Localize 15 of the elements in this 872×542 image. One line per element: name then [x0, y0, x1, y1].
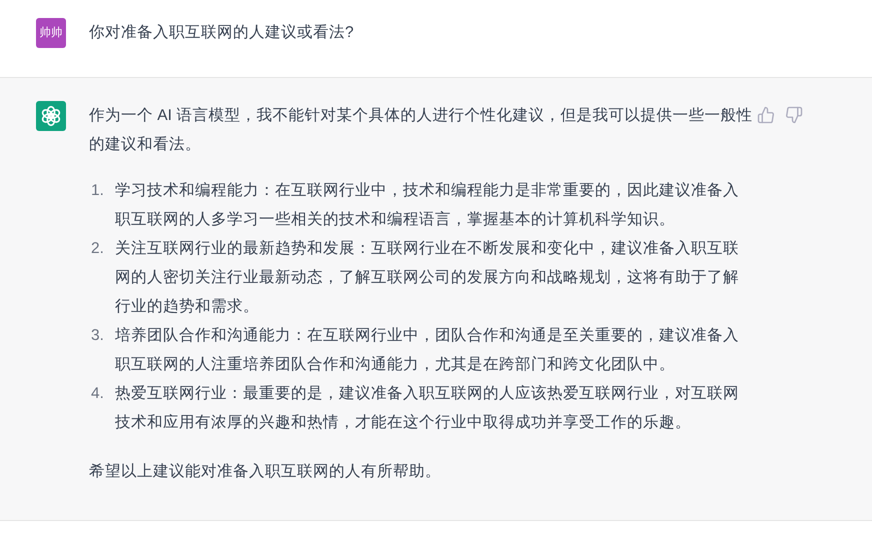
list-item-text: 关注互联网行业的最新趋势和发展：互联网行业在不断发展和变化中，建议准备入职互联网的人密切关注行业最新动态，了解互联网公司的发展方向和战略规划，这将有助于了解行业的趋势和需求。 [115, 239, 739, 317]
list-number: 4. [90, 384, 105, 404]
list-number: 1. [90, 181, 105, 201]
assistant-logo-icon [36, 101, 66, 131]
thumbs-down-icon[interactable] [785, 106, 803, 124]
message-text: 希望以上建议能对准备入职互联网的人有所帮助。 [89, 462, 442, 482]
list-number: 3. [90, 326, 105, 346]
message-text: 作为一个 AI 语言模型，我不能针对某个具体的人进行个性化建议，但是我可以提供一些一般性的建议和看法。 [89, 106, 753, 155]
user-avatar: 帅帅 [36, 18, 66, 48]
list-number: 2. [90, 239, 105, 259]
list-item-text: 学习技术和编程能力：在互联网行业中，技术和编程能力是非常重要的，因此建议准备入职互联网的人多学习一些相关的技术和编程语言，掌握基本的计算机科学知识。 [115, 181, 739, 230]
message-text: 你对准备入职互联网的人建议或看法? [89, 23, 355, 43]
list-item-text: 热爱互联网行业：最重要的是，建议准备入职互联网的人应该热爱互联网行业，对互联网技术和应用有浓厚的兴趣和热情，才能在这个行业中取得成功并享受工作的乐趣。 [115, 384, 739, 433]
list-item-text: 培养团队合作和沟通能力：在互联网行业中，团队合作和沟通是至关重要的，建议准备入职互联网的人注重培养团队合作和沟通能力，尤其是在跨部门和跨文化团队中。 [115, 326, 739, 375]
thumbs-up-icon[interactable] [757, 106, 775, 124]
